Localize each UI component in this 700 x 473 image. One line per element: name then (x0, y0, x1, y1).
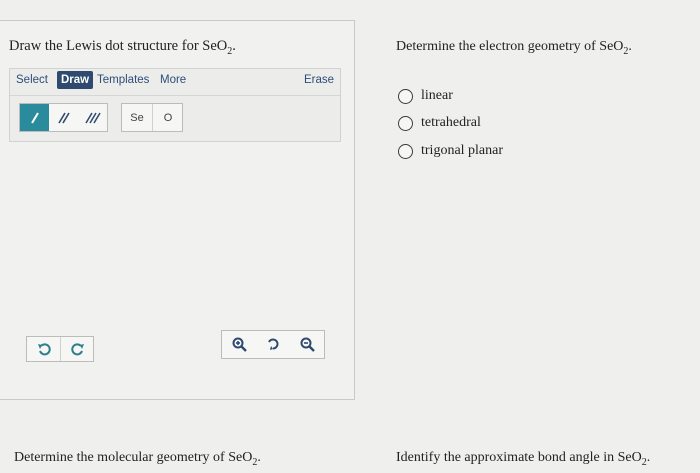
redo-button[interactable] (60, 337, 94, 361)
redo-icon (70, 343, 84, 356)
erase-button[interactable]: Erase (304, 74, 334, 86)
drawing-editor-toolbar: Select Draw Templates More Erase Se O (9, 68, 341, 142)
reset-zoom-icon (267, 338, 279, 350)
zoom-in-icon (232, 337, 247, 352)
zoom-out-icon (300, 337, 315, 352)
option-tetrahedral[interactable]: tetrahedral (398, 115, 481, 131)
option-trigonal-planar[interactable]: trigonal planar (398, 143, 503, 159)
bond-tool-group (19, 103, 108, 132)
bond-angle-question: Identify the approximate bond angle in S… (396, 450, 651, 468)
single-bond-icon (30, 111, 39, 124)
tab-draw[interactable]: Draw (57, 71, 94, 89)
zoom-out-button[interactable] (290, 331, 324, 358)
single-bond-button[interactable] (20, 104, 49, 131)
zoom-in-button[interactable] (222, 331, 256, 358)
electron-geometry-question: Determine the electron geometry of SeO2. (396, 39, 632, 57)
molecular-geometry-question: Determine the molecular geometry of SeO2… (14, 450, 261, 468)
radio-tetrahedral[interactable] (398, 115, 413, 131)
triple-bond-icon (84, 112, 101, 123)
undo-icon (37, 343, 51, 356)
radio-linear[interactable] (398, 88, 413, 104)
lewis-question-title: Draw the Lewis dot structure for SeO2. (9, 38, 236, 57)
undo-redo-group (26, 336, 94, 362)
atom-tool-group: Se O (121, 103, 183, 132)
reset-zoom-button[interactable] (256, 331, 290, 358)
double-bond-button[interactable] (49, 104, 78, 131)
tab-templates[interactable]: Templates (97, 74, 149, 86)
option-label: tetrahedral (421, 115, 481, 130)
option-label: linear (421, 88, 453, 103)
option-linear[interactable]: linear (398, 88, 453, 104)
lewis-structure-panel: Draw the Lewis dot structure for SeO2. S… (0, 20, 355, 400)
zoom-controls (221, 330, 325, 359)
atom-se-button[interactable]: Se (122, 104, 152, 131)
tab-select[interactable]: Select (16, 74, 48, 86)
editor-tabs: Select Draw Templates More Erase (10, 69, 340, 96)
tab-more[interactable]: More (160, 74, 186, 86)
undo-button[interactable] (27, 337, 60, 361)
radio-trigonal-planar[interactable] (398, 143, 413, 159)
double-bond-icon (57, 112, 70, 123)
option-label: trigonal planar (421, 143, 504, 158)
triple-bond-button[interactable] (78, 104, 107, 131)
atom-o-button[interactable]: O (152, 104, 183, 131)
